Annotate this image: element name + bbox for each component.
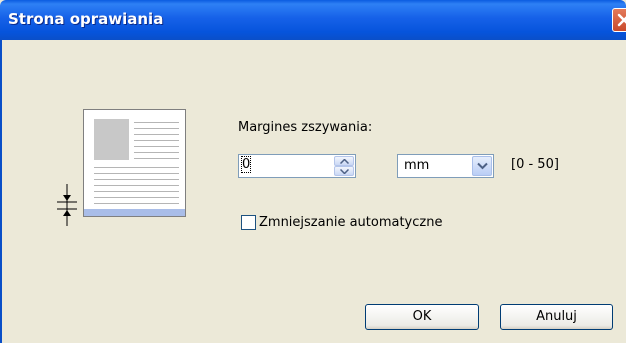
unit-dropdown-button[interactable] <box>472 156 492 176</box>
binding-margin-spinbox[interactable]: 0 <box>238 154 356 178</box>
text-line <box>94 179 179 180</box>
binding-margin-illustration <box>52 104 192 234</box>
unit-select[interactable]: mm <box>397 154 494 178</box>
text-line <box>94 185 179 186</box>
auto-reduce-label[interactable]: Zmniejszanie automatyczne <box>259 215 442 230</box>
close-button[interactable] <box>612 8 626 32</box>
text-line <box>134 152 179 153</box>
text-line <box>134 128 179 129</box>
chevron-up-icon <box>340 159 349 164</box>
spin-up-button[interactable] <box>334 156 354 166</box>
text-line <box>94 173 179 174</box>
unit-select-value: mm <box>404 158 430 173</box>
binding-margin-value[interactable]: 0 <box>240 156 252 173</box>
binding-margin-label: Margines zszywania: <box>238 120 373 135</box>
window-border <box>0 40 2 343</box>
spin-down-button[interactable] <box>334 166 354 176</box>
text-line <box>134 134 179 135</box>
auto-reduce-checkbox[interactable] <box>241 215 256 230</box>
text-line <box>94 167 179 168</box>
text-line <box>94 197 179 198</box>
chevron-down-icon <box>477 162 488 170</box>
margin-range-text: [0 - 50] <box>511 157 559 172</box>
chevron-down-icon <box>340 169 349 174</box>
text-line <box>134 140 179 141</box>
ok-button[interactable]: OK <box>365 304 479 330</box>
text-line <box>134 158 179 159</box>
close-icon <box>617 13 626 27</box>
text-line <box>134 146 179 147</box>
binding-page-dialog: Strona oprawiania Margines zszywania: 0 … <box>0 0 626 343</box>
page-preview <box>83 109 186 217</box>
title-bar[interactable]: Strona oprawiania <box>0 0 626 40</box>
margin-arrows-icon <box>57 184 77 226</box>
cancel-button[interactable]: Anuluj <box>500 304 613 330</box>
text-line <box>94 191 179 192</box>
spin-buttons <box>334 156 354 176</box>
text-line <box>134 122 179 123</box>
window-title: Strona oprawiania <box>8 10 164 28</box>
binding-strip <box>84 209 185 216</box>
text-line <box>94 203 179 204</box>
page-image-block <box>94 119 129 160</box>
